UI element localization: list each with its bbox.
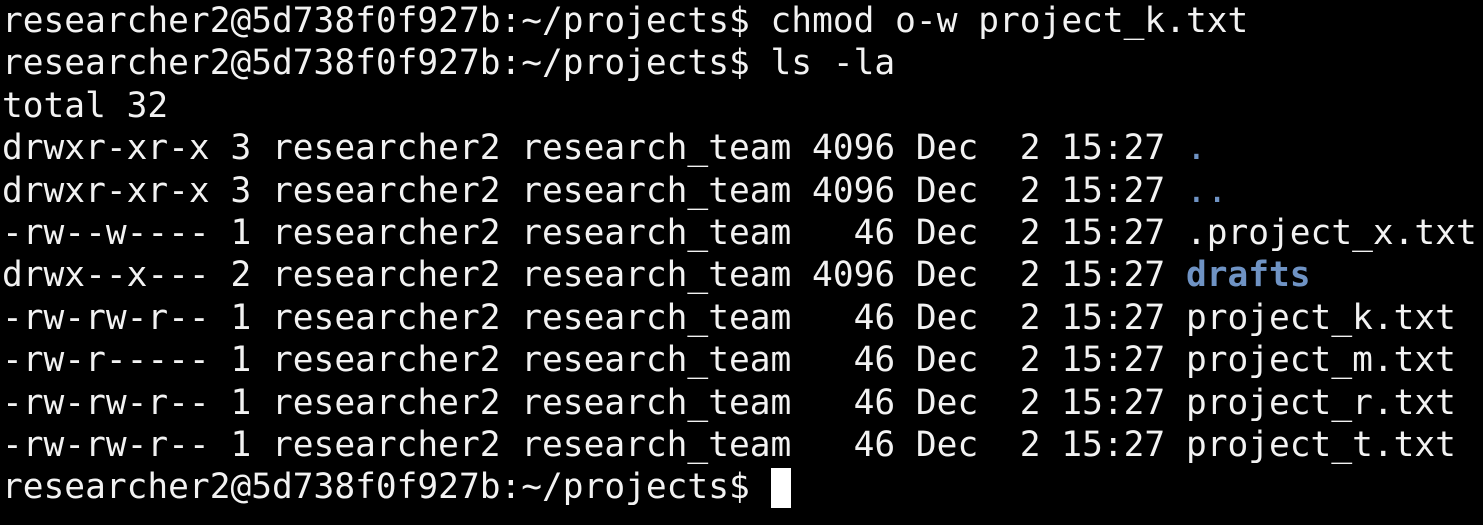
listing-row-parent-dir: drwxr-xr-x 3 researcher2 research_team 4…	[2, 170, 1483, 212]
listing-row-name: .	[1185, 128, 1207, 169]
listing-row-name: project_k.txt	[1185, 297, 1456, 338]
listing-row-meta: -rw--w---- 1 researcher2 research_team 4…	[2, 212, 1186, 253]
listing-row-name: project_t.txt	[1185, 424, 1456, 465]
ls-total-line: total 32	[2, 85, 169, 126]
command-text: chmod o-w project_k.txt	[770, 1, 1249, 41]
listing-row-name: ..	[1185, 170, 1228, 211]
listing-row-current-dir: drwxr-xr-x 3 researcher2 research_team 4…	[2, 127, 1483, 169]
listing-row-meta: -rw-rw-r-- 1 researcher2 research_team 4…	[2, 424, 1186, 465]
command-line-ls: researcher2@5d738f0f927b:~/projects$ ls …	[2, 42, 1483, 84]
listing-row-project-m: -rw-r----- 1 researcher2 research_team 4…	[2, 339, 1483, 381]
listing-row-meta: -rw-rw-r-- 1 researcher2 research_team 4…	[2, 297, 1186, 338]
listing-row-meta: drwxr-xr-x 3 researcher2 research_team 4…	[2, 170, 1186, 211]
terminal-window[interactable]: researcher2@5d738f0f927b:~/projects$ chm…	[0, 0, 1483, 525]
listing-row-meta: -rw-rw-r-- 1 researcher2 research_team 4…	[2, 382, 1186, 423]
active-prompt-line[interactable]: researcher2@5d738f0f927b:~/projects$	[2, 466, 1483, 509]
command-text: ls -la	[770, 43, 896, 84]
command-line-chmod: researcher2@5d738f0f927b:~/projects$ chm…	[2, 0, 1483, 42]
listing-row-project-x: -rw--w---- 1 researcher2 research_team 4…	[2, 212, 1483, 254]
listing-row-meta: -rw-r----- 1 researcher2 research_team 4…	[2, 340, 1186, 381]
listing-row-name: drafts	[1185, 255, 1311, 296]
listing-row-drafts: drwx--x--- 2 researcher2 research_team 4…	[2, 254, 1483, 296]
prompt: researcher2@5d738f0f927b:~/projects$	[2, 1, 771, 41]
listing-row-project-r: -rw-rw-r-- 1 researcher2 research_team 4…	[2, 382, 1483, 424]
listing-row-project-t: -rw-rw-r-- 1 researcher2 research_team 4…	[2, 424, 1483, 466]
prompt: researcher2@5d738f0f927b:~/projects$	[2, 467, 771, 508]
listing-row-name: project_m.txt	[1185, 340, 1456, 381]
listing-row-meta: drwxr-xr-x 3 researcher2 research_team 4…	[2, 128, 1186, 169]
listing-row-project-k: -rw-rw-r-- 1 researcher2 research_team 4…	[2, 297, 1483, 339]
prompt: researcher2@5d738f0f927b:~/projects$	[2, 43, 771, 84]
cursor-block[interactable]	[770, 468, 791, 509]
listing-row-name: project_r.txt	[1185, 382, 1456, 423]
listing-row-name: .project_x.txt	[1185, 212, 1477, 253]
listing-row-meta: drwx--x--- 2 researcher2 research_team 4…	[2, 255, 1186, 296]
